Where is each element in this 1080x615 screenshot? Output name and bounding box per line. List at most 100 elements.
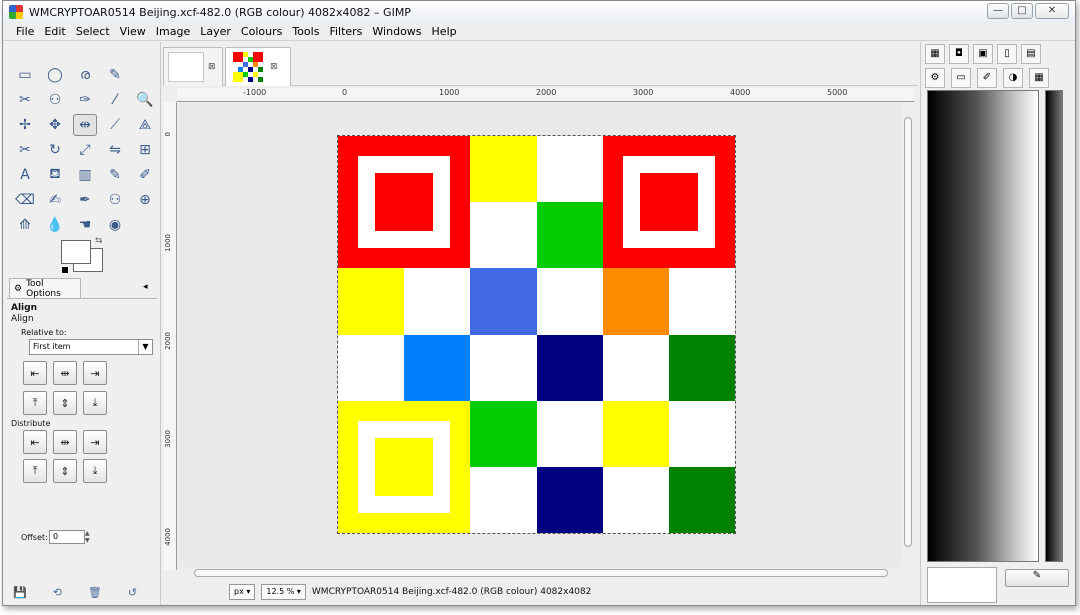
align-icon[interactable]: ⇹ bbox=[73, 114, 97, 136]
cage-icon[interactable]: ⊞ bbox=[133, 139, 157, 161]
maximize-button[interactable]: □ bbox=[1011, 3, 1033, 19]
paintbrush-icon[interactable]: ✐ bbox=[977, 68, 997, 88]
crop-icon[interactable]: ✂ bbox=[13, 139, 37, 161]
swap-colors-icon[interactable]: ⇆ bbox=[95, 236, 103, 246]
airbrush-icon[interactable]: ✍ bbox=[43, 189, 67, 211]
fuzzy-select-icon[interactable]: ✎ bbox=[103, 64, 127, 86]
delete-options-icon[interactable]: 🗑 bbox=[88, 586, 102, 599]
vertical-ruler[interactable]: 0 1000 2000 3000 4000 bbox=[163, 102, 177, 570]
align-left-button[interactable]: ⇤ bbox=[23, 361, 47, 385]
ink-icon[interactable]: ✒ bbox=[73, 189, 97, 211]
relative-to-select[interactable]: First item ▼ bbox=[29, 339, 153, 355]
zoom-select[interactable]: 12.5 % ▾ bbox=[261, 584, 306, 600]
palette-icon[interactable]: ▦ bbox=[925, 44, 945, 64]
history-icon[interactable]: ▦ bbox=[1029, 68, 1049, 88]
menu-colours[interactable]: Colours bbox=[236, 25, 287, 38]
unit-select[interactable]: px ▾ bbox=[229, 584, 256, 600]
smudge-icon[interactable]: ☚ bbox=[73, 214, 97, 236]
save-options-icon[interactable]: 💾 bbox=[13, 586, 27, 599]
gradient-preview[interactable] bbox=[927, 90, 1039, 562]
foreground-color-swatch[interactable] bbox=[61, 240, 91, 264]
gimp-app-icon bbox=[9, 5, 23, 19]
rotate-icon[interactable]: ↻ bbox=[43, 139, 67, 161]
menu-filters[interactable]: Filters bbox=[324, 25, 367, 38]
text-icon[interactable]: A bbox=[13, 164, 37, 186]
color-picker-icon[interactable]: ⁄ bbox=[103, 89, 127, 111]
ellipse-select-icon[interactable]: ◯ bbox=[43, 64, 67, 86]
minimize-button[interactable]: — bbox=[987, 3, 1009, 19]
shear-icon[interactable]: ⟋ bbox=[103, 114, 127, 136]
perspective-clone-icon[interactable]: ⟰ bbox=[13, 214, 37, 236]
align-right-button[interactable]: ⇥ bbox=[83, 361, 107, 385]
distribute-center-button[interactable]: ⇹ bbox=[53, 430, 77, 454]
foreground-select-icon[interactable]: ⚇ bbox=[43, 89, 67, 111]
menu-edit[interactable]: Edit bbox=[39, 25, 70, 38]
bucket-fill-icon[interactable]: ⛾ bbox=[43, 164, 67, 186]
scissors-icon[interactable]: ✂ bbox=[13, 89, 37, 111]
align-middle-button[interactable]: ⇕ bbox=[53, 391, 77, 415]
menu-layer[interactable]: Layer bbox=[195, 25, 236, 38]
fg-bg-color-swatches[interactable]: ⇆ bbox=[61, 236, 105, 274]
paths-icon[interactable]: ✑ bbox=[73, 89, 97, 111]
flip-icon[interactable]: ⇋ bbox=[103, 139, 127, 161]
pattern-icon[interactable]: ▣ bbox=[973, 44, 993, 64]
offset-input[interactable]: 0 bbox=[49, 530, 85, 544]
align-bottom-button[interactable]: ⤓ bbox=[83, 391, 107, 415]
blend-icon[interactable]: ▥ bbox=[73, 164, 97, 186]
menu-help[interactable]: Help bbox=[427, 25, 462, 38]
menu-windows[interactable]: Windows bbox=[367, 25, 426, 38]
align-center-button[interactable]: ⇹ bbox=[53, 361, 77, 385]
vertical-scroll-thumb[interactable] bbox=[904, 117, 912, 547]
measure-icon[interactable]: ✢ bbox=[13, 114, 37, 136]
blur-icon[interactable]: 💧 bbox=[43, 214, 67, 236]
distribute-middle-button[interactable]: ⇕ bbox=[53, 459, 77, 483]
restore-options-icon[interactable]: ⟲ bbox=[53, 586, 62, 599]
qr-image[interactable] bbox=[337, 135, 736, 534]
close-tab-icon[interactable]: ⊠ bbox=[208, 62, 216, 72]
distribute-right-button[interactable]: ⇥ bbox=[83, 430, 107, 454]
offset-spinner[interactable]: ▲ ▼ bbox=[85, 530, 93, 544]
eraser-icon[interactable]: ⌫ bbox=[13, 189, 37, 211]
menu-tools[interactable]: Tools bbox=[287, 25, 324, 38]
close-button[interactable]: ✕ bbox=[1035, 3, 1069, 19]
tool-presets-icon[interactable]: ⚙ bbox=[925, 68, 945, 88]
menu-image[interactable]: Image bbox=[151, 25, 195, 38]
horizontal-scrollbar[interactable] bbox=[178, 567, 902, 579]
menu-file[interactable]: File bbox=[11, 25, 39, 38]
distribute-left-button[interactable]: ⇤ bbox=[23, 430, 47, 454]
window-title: WMCRYPTOAR0514 Beijing.xcf-482.0 (RGB co… bbox=[29, 5, 411, 19]
lasso-icon[interactable]: ര bbox=[73, 64, 97, 86]
menu-select[interactable]: Select bbox=[71, 25, 115, 38]
zoom-icon[interactable]: 🔍 bbox=[133, 89, 157, 111]
font-icon[interactable]: ▤ bbox=[1021, 44, 1041, 64]
heal-icon[interactable]: ⊕ bbox=[133, 189, 157, 211]
align-top-button[interactable]: ⤒ bbox=[23, 391, 47, 415]
image-tab-active[interactable]: ⊠ bbox=[225, 47, 291, 86]
distribute-top-button[interactable]: ⤒ bbox=[23, 459, 47, 483]
tab-tool-options[interactable]: ⚙ Tool Options bbox=[9, 278, 81, 299]
configure-tab-icon[interactable]: ◂ bbox=[143, 282, 148, 292]
distribute-bottom-button[interactable]: ⤓ bbox=[83, 459, 107, 483]
reset-options-icon[interactable]: ↺ bbox=[128, 586, 137, 599]
edit-button[interactable]: ✎ bbox=[1005, 569, 1069, 587]
image-tab-blank[interactable]: ⊠ bbox=[163, 47, 223, 86]
paintbrush-icon[interactable]: ✐ bbox=[133, 164, 157, 186]
gradient-icon[interactable]: ▯ bbox=[997, 44, 1017, 64]
horizontal-ruler[interactable]: -1000 0 1000 2000 3000 4000 5000 bbox=[177, 88, 914, 102]
menu-view[interactable]: View bbox=[115, 25, 151, 38]
gradient-list-strip[interactable] bbox=[1045, 90, 1063, 562]
brush-icon[interactable]: ◘ bbox=[949, 44, 969, 64]
close-tab-icon[interactable]: ⊠ bbox=[270, 62, 278, 72]
colors-icon[interactable]: ◑ bbox=[1003, 68, 1023, 88]
scale-icon[interactable]: ⤢ bbox=[73, 139, 97, 161]
vertical-scrollbar[interactable] bbox=[902, 103, 914, 567]
document-icon[interactable]: ▭ bbox=[951, 68, 971, 88]
perspective-icon[interactable]: ⟁ bbox=[133, 114, 157, 136]
dodge-burn-icon[interactable]: ◉ bbox=[103, 214, 127, 236]
horizontal-scroll-thumb[interactable] bbox=[194, 569, 888, 577]
clone-icon[interactable]: ⚇ bbox=[103, 189, 127, 211]
pencil-icon[interactable]: ✎ bbox=[103, 164, 127, 186]
default-colors-icon[interactable] bbox=[61, 266, 69, 274]
rect-select-icon[interactable]: ▭ bbox=[13, 64, 37, 86]
move-icon[interactable]: ✥ bbox=[43, 114, 67, 136]
